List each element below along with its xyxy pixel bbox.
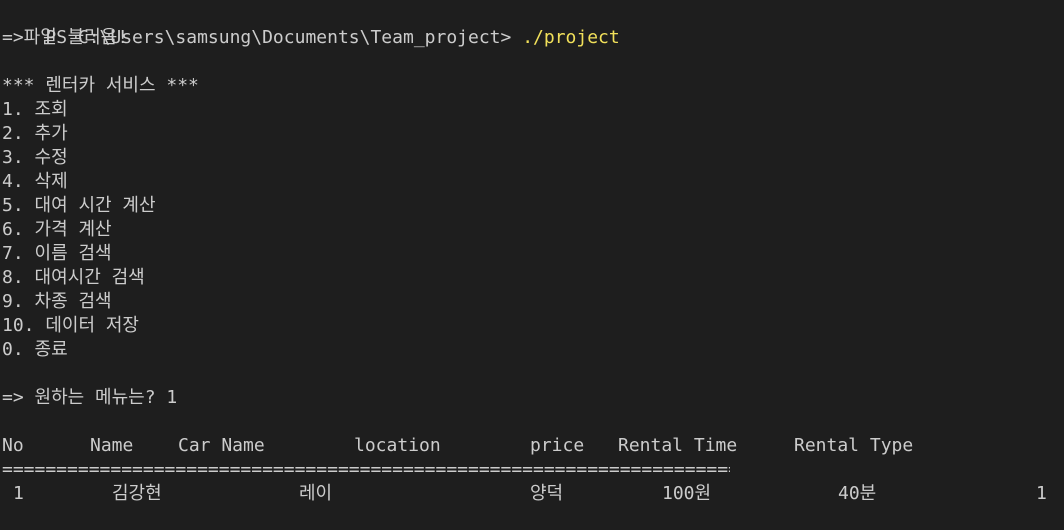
header-car-name: Car Name [178,435,265,456]
row-rental-type: 1 [1036,483,1047,504]
prompt-line: PS C:\Users\samsung\Documents\Team_proje… [2,2,619,48]
command-text: ./project [522,27,620,48]
row-location: 양덕 [530,483,564,504]
menu-item-5: 5. 대여 시간 계산 [2,195,156,216]
header-rental-time: Rental Time [618,435,738,456]
header-location: location [354,435,441,456]
menu-item-1: 1. 조회 [2,99,68,120]
menu-item-7: 7. 이름 검색 [2,243,112,264]
file-loaded-message: =>파일 불러옴! [2,27,129,48]
menu-item-6: 6. 가격 계산 [2,219,112,240]
row-car-name: 레이 [299,483,333,504]
service-title: *** 렌터카 서비스 *** [2,75,199,96]
menu-item-10: 10. 데이터 저장 [2,315,139,336]
menu-item-8: 8. 대여시간 검색 [2,267,145,288]
menu-item-9: 9. 차종 검색 [2,291,112,312]
menu-item-0: 0. 종료 [2,339,68,360]
header-name: Name [90,435,134,456]
menu-item-3: 3. 수정 [2,147,68,168]
row-price: 100원 [662,483,712,504]
row-no: 1 [13,483,24,504]
header-rental-type: Rental Type [794,435,914,456]
menu-prompt: => 원하는 메뉴는? 1 [2,387,178,408]
header-price: price [530,435,585,456]
menu-item-4: 4. 삭제 [2,171,68,192]
terminal-window[interactable]: PS C:\Users\samsung\Documents\Team_proje… [0,0,1064,530]
table-divider: ========================================… [2,459,730,480]
menu-item-2: 2. 추가 [2,123,68,144]
row-rental-time: 40분 [838,483,877,504]
header-no: No [2,435,24,456]
row-name: 김강현 [112,483,162,504]
